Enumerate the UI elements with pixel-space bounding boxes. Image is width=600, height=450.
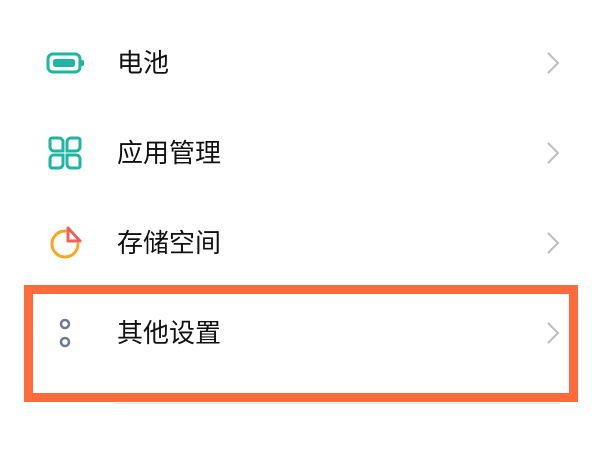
apps-grid-icon: [44, 132, 86, 174]
chevron-right-icon: [541, 320, 565, 346]
settings-list: 电池 应用管理 存储空间 其他设置: [0, 22, 600, 450]
chevron-right-icon: [541, 230, 565, 256]
settings-item-label: 应用管理: [117, 139, 222, 169]
settings-item-app-management[interactable]: 应用管理: [0, 112, 600, 202]
settings-item-battery[interactable]: 电池: [0, 22, 600, 112]
settings-item-storage[interactable]: 存储空间: [0, 202, 600, 292]
settings-item-label: 电池: [117, 49, 170, 79]
battery-icon: [44, 42, 86, 84]
settings-item-label: 其他设置: [117, 319, 222, 349]
settings-item-other-settings[interactable]: 其他设置: [0, 292, 600, 382]
chevron-right-icon: [541, 50, 565, 76]
storage-pie-icon: [44, 222, 86, 264]
list-divider: [114, 403, 560, 404]
chevron-right-icon: [541, 140, 565, 166]
settings-item-label: 存储空间: [117, 229, 222, 259]
more-dots-icon: [44, 312, 86, 354]
